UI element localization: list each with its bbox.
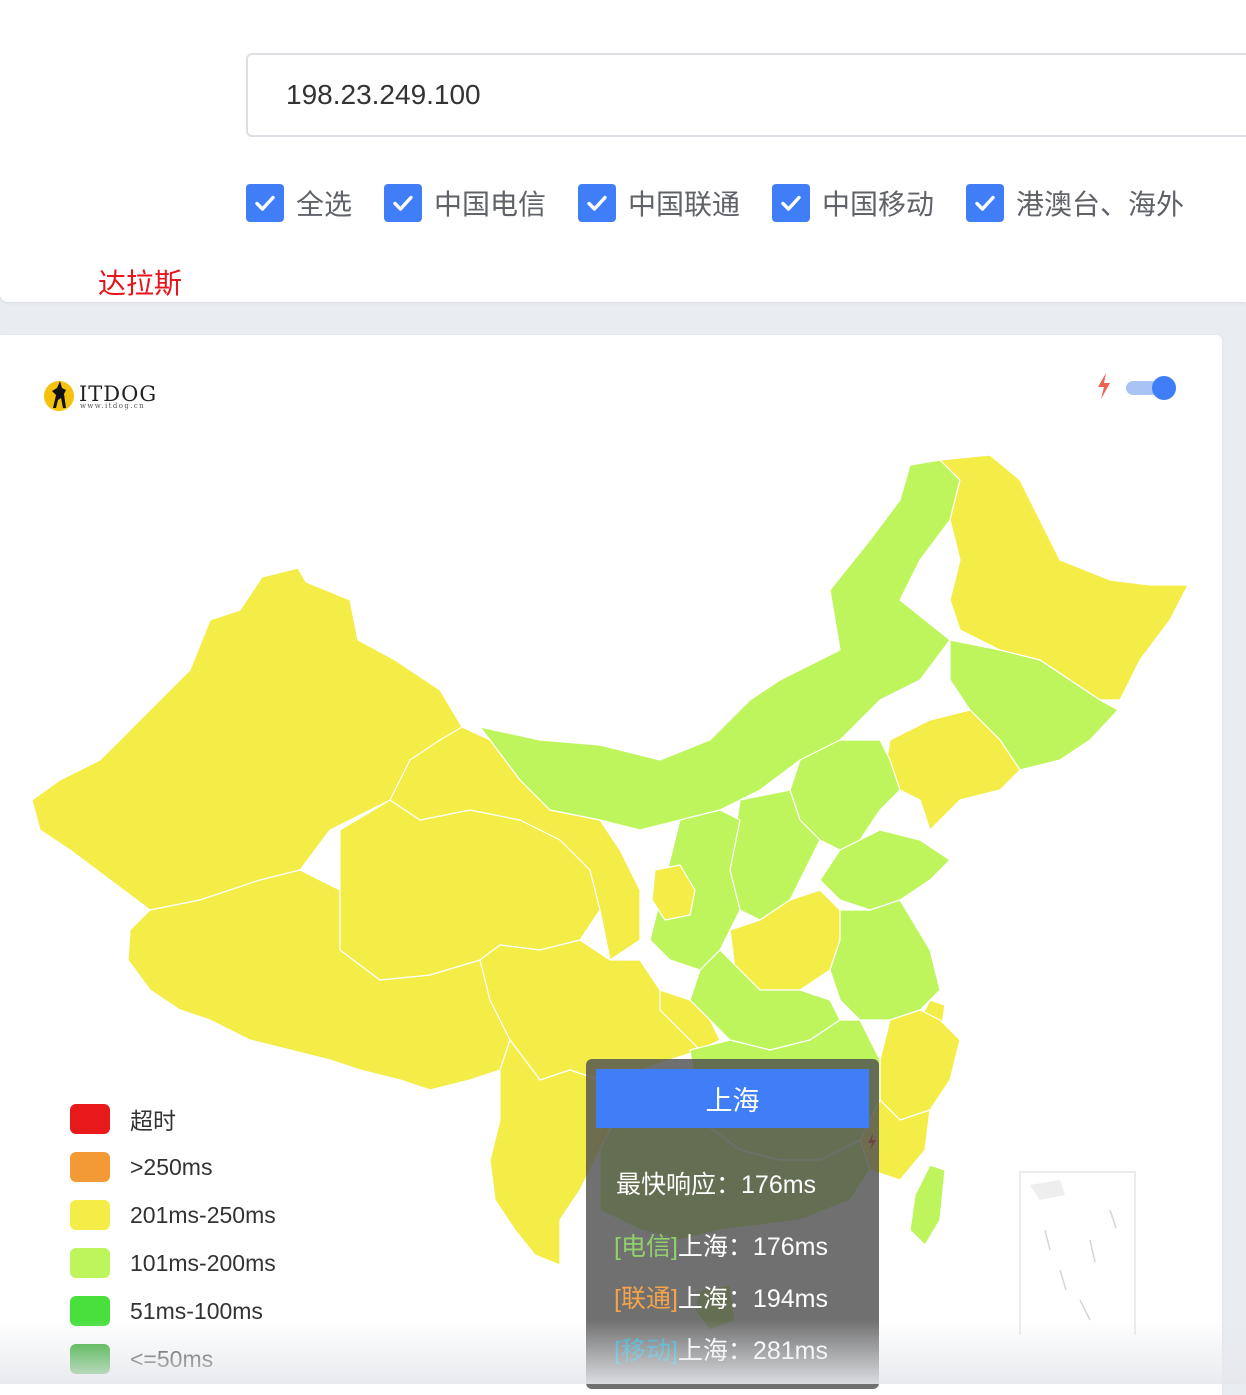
legend-label: 超时 bbox=[130, 1108, 176, 1134]
legend-item-over-250[interactable]: >250ms bbox=[70, 1150, 212, 1184]
filter-china-mobile[interactable]: 中国移动 bbox=[772, 182, 934, 224]
filter-china-unicom[interactable]: 中国联通 bbox=[578, 182, 740, 224]
legend-swatch bbox=[70, 1200, 110, 1230]
legend-label: <=50ms bbox=[130, 1345, 214, 1372]
filter-label: 港澳台、海外 bbox=[1016, 188, 1185, 221]
legend-item-timeout[interactable]: 超时 bbox=[70, 1102, 176, 1136]
filter-label: 中国联通 bbox=[628, 188, 741, 221]
legend-label: 51ms-100ms bbox=[130, 1297, 263, 1324]
fastest-label: 最快响应： bbox=[616, 1171, 742, 1199]
tooltip-unicom-line: [联通]上海：194ms bbox=[614, 1279, 828, 1315]
carrier-city: 上海： bbox=[677, 1337, 753, 1365]
checkbox-checked-icon[interactable] bbox=[966, 184, 1004, 222]
checkbox-checked-icon[interactable] bbox=[246, 184, 284, 222]
checkbox-checked-icon[interactable] bbox=[384, 184, 422, 222]
carrier-value: 194ms bbox=[752, 1285, 828, 1313]
test-location-label: 达拉斯 bbox=[98, 267, 183, 300]
carrier-value: 176ms bbox=[752, 1233, 828, 1261]
tooltip-fastest: 最快响应：176ms bbox=[616, 1165, 816, 1201]
south-china-sea-inset bbox=[1019, 1171, 1136, 1335]
legend-swatch bbox=[70, 1344, 110, 1374]
legend-item-101-200[interactable]: 101ms-200ms bbox=[70, 1246, 276, 1280]
ip-address-input[interactable] bbox=[246, 53, 1246, 137]
legend-swatch bbox=[70, 1152, 110, 1182]
carrier-city: 上海： bbox=[677, 1233, 753, 1261]
carrier-tag: [电信] bbox=[614, 1233, 678, 1261]
carrier-city: 上海： bbox=[677, 1285, 753, 1313]
tooltip-mobile-line: [移动]上海：281ms bbox=[614, 1331, 828, 1367]
tooltip-title: 上海 bbox=[596, 1069, 869, 1128]
legend-item-under-50[interactable]: <=50ms bbox=[70, 1342, 213, 1376]
region-zhejiang[interactable] bbox=[879, 1009, 961, 1121]
legend-swatch bbox=[70, 1104, 110, 1134]
region-taiwan[interactable] bbox=[909, 1164, 946, 1246]
carrier-tag: [联通] bbox=[614, 1285, 678, 1313]
region-jiangsu-anhui[interactable] bbox=[829, 899, 941, 1021]
filter-hk-macau-taiwan-overseas[interactable]: 港澳台、海外 bbox=[966, 182, 1184, 224]
filter-label: 全选 bbox=[296, 188, 353, 221]
legend-swatch bbox=[70, 1248, 110, 1278]
filter-label: 中国移动 bbox=[822, 188, 935, 221]
legend-item-51-100[interactable]: 51ms-100ms bbox=[70, 1294, 263, 1328]
checkbox-checked-icon[interactable] bbox=[772, 184, 810, 222]
carrier-tag: [移动] bbox=[614, 1337, 678, 1365]
legend-item-201-250[interactable]: 201ms-250ms bbox=[70, 1198, 276, 1232]
region-tooltip: 上海 最快响应：176ms [电信]上海：176ms [联通]上海：194ms … bbox=[586, 1059, 879, 1389]
legend-swatch bbox=[70, 1296, 110, 1326]
legend-label: 101ms-200ms bbox=[130, 1249, 276, 1276]
fastest-value: 176ms bbox=[741, 1171, 817, 1199]
filter-china-telecom[interactable]: 中国电信 bbox=[384, 182, 546, 224]
tooltip-telecom-line: [电信]上海：176ms bbox=[614, 1227, 828, 1263]
legend-label: 201ms-250ms bbox=[130, 1201, 276, 1228]
checkbox-checked-icon[interactable] bbox=[578, 184, 616, 222]
legend-label: >250ms bbox=[130, 1153, 213, 1180]
filter-select-all[interactable]: 全选 bbox=[246, 182, 352, 224]
filter-label: 中国电信 bbox=[434, 188, 547, 221]
carrier-value: 281ms bbox=[752, 1337, 828, 1365]
search-panel bbox=[0, 0, 1246, 302]
